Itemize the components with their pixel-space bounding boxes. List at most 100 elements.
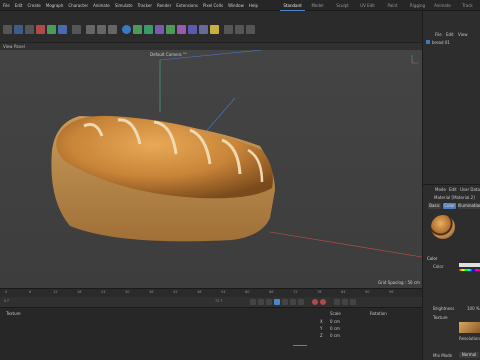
- snap-icon[interactable]: [224, 25, 233, 34]
- keyframe-scale-icon[interactable]: [342, 299, 348, 305]
- tab-standard[interactable]: Standard: [280, 0, 305, 11]
- viewport-menu-panel[interactable]: Panel: [14, 44, 25, 49]
- bread-model[interactable]: [51, 115, 276, 242]
- autokey-icon[interactable]: [320, 299, 326, 305]
- menu-create[interactable]: Create: [27, 3, 40, 8]
- z-axis-lock-icon[interactable]: [58, 25, 67, 34]
- tab-basic[interactable]: Basic: [428, 203, 441, 209]
- camera-label: Default Camera °°: [150, 52, 187, 57]
- grid-icon[interactable]: [246, 25, 255, 34]
- next-frame-icon[interactable]: [282, 299, 288, 305]
- menu-window[interactable]: Window: [228, 3, 244, 8]
- material-name: Material [Material.2]: [434, 195, 475, 200]
- undo-icon[interactable]: [3, 25, 12, 34]
- coord-y-value[interactable]: 0 cm: [330, 326, 340, 331]
- timeline-tick: 36: [149, 290, 154, 294]
- workplane-icon[interactable]: [235, 25, 244, 34]
- menu-bar: File Edit Create Mograph Character Anima…: [0, 0, 480, 11]
- timeline-tick: 72: [293, 290, 298, 294]
- 3d-viewport[interactable]: Default Camera °° Grid Spacing : 50 cm: [0, 50, 422, 288]
- timeline-tick: 0: [5, 290, 8, 294]
- attribute-manager: Mode Edit User Data Material [Material.2…: [422, 184, 480, 360]
- menu-file[interactable]: File: [3, 3, 10, 8]
- menu-edit[interactable]: Edit: [15, 3, 23, 8]
- coord-label-x: X: [320, 319, 323, 324]
- tab-track[interactable]: Track: [455, 0, 480, 11]
- object-menu-file[interactable]: File: [435, 32, 442, 37]
- tab-rigging[interactable]: Rigging: [405, 0, 430, 11]
- object-menu-edit[interactable]: Edit: [446, 32, 454, 37]
- move-tool-icon[interactable]: [14, 25, 23, 34]
- grid-spacing-label: Grid Spacing : 50 cm: [378, 280, 420, 285]
- menu-mograph[interactable]: Mograph: [46, 3, 64, 8]
- menu-simulate[interactable]: Simulate: [115, 3, 133, 8]
- bottom-tab-texture[interactable]: Texture: [6, 311, 21, 316]
- timeline-tick: 90: [365, 290, 370, 294]
- timeline-tick: 18: [77, 290, 82, 294]
- mix-mode-select[interactable]: Normal: [459, 352, 479, 358]
- keyframe-rotation-icon[interactable]: [350, 299, 356, 305]
- current-frame[interactable]: 0 F: [4, 299, 9, 303]
- render-view-icon[interactable]: [86, 25, 95, 34]
- prev-key-icon[interactable]: [258, 299, 264, 305]
- next-key-icon[interactable]: [290, 299, 296, 305]
- bend-deformer-icon[interactable]: [166, 25, 175, 34]
- menu-help[interactable]: Help: [249, 3, 258, 8]
- brightness-value[interactable]: 100 %: [467, 306, 480, 311]
- coord-label-y: Y: [320, 326, 323, 331]
- play-icon[interactable]: [274, 299, 280, 305]
- tab-paint[interactable]: Paint: [380, 0, 405, 11]
- field-icon[interactable]: [177, 25, 186, 34]
- go-to-end-icon[interactable]: [298, 299, 304, 305]
- spline-pen-icon[interactable]: [133, 25, 142, 34]
- viewport-menu-view[interactable]: View: [3, 44, 13, 49]
- subdivision-surface-icon[interactable]: [144, 25, 153, 34]
- render-picture-viewer-icon[interactable]: [97, 25, 106, 34]
- tab-sculpt[interactable]: Sculpt: [330, 0, 355, 11]
- camera-icon[interactable]: [199, 25, 208, 34]
- cube-icon[interactable]: [122, 25, 131, 34]
- render-settings-icon[interactable]: [108, 25, 117, 34]
- attr-menu-user-data[interactable]: User Data: [460, 187, 480, 192]
- color-section-title: Color: [427, 256, 438, 261]
- object-manager: File Edit View bread 01: [422, 11, 480, 184]
- rotation-header: Rotation: [370, 311, 387, 316]
- record-icon[interactable]: [312, 299, 318, 305]
- prev-frame-icon[interactable]: [266, 299, 272, 305]
- scroll-indicator[interactable]: [293, 345, 307, 346]
- scale-tool-icon[interactable]: [25, 25, 34, 34]
- menu-character[interactable]: Character: [68, 3, 88, 8]
- tab-animate[interactable]: Animate: [430, 0, 455, 11]
- tab-uv-edit[interactable]: UV Edit: [355, 0, 380, 11]
- x-axis-lock-icon[interactable]: [36, 25, 45, 34]
- polygon-object-icon: [426, 40, 430, 44]
- attr-menu-edit[interactable]: Edit: [449, 187, 457, 192]
- array-icon[interactable]: [155, 25, 164, 34]
- coord-z-value[interactable]: 0 cm: [330, 333, 340, 338]
- object-menu-view[interactable]: View: [458, 32, 468, 37]
- timeline-tick: 42: [173, 290, 178, 294]
- coord-x-value[interactable]: 0 cm: [330, 319, 340, 324]
- keyframe-position-icon[interactable]: [334, 299, 340, 305]
- color-swatch[interactable]: [459, 263, 480, 267]
- end-frame[interactable]: 72 F: [215, 299, 223, 303]
- texture-thumbnail[interactable]: [459, 322, 480, 333]
- menu-tracker[interactable]: Tracker: [138, 3, 152, 8]
- object-item-bread[interactable]: bread 01: [432, 40, 450, 45]
- menu-pixel-cells[interactable]: Pixel Cells: [203, 3, 223, 8]
- floor-icon[interactable]: [188, 25, 197, 34]
- y-axis-lock-icon[interactable]: [47, 25, 56, 34]
- attr-menu-mode[interactable]: Mode: [435, 187, 446, 192]
- hue-slider[interactable]: [459, 269, 480, 271]
- coordinate-system-icon[interactable]: [72, 25, 81, 34]
- timeline-ruler[interactable]: 0 6 12 18 24 30 36 42 48 54 60 66 72 78 …: [0, 288, 422, 297]
- tab-model[interactable]: Model: [305, 0, 330, 11]
- light-icon[interactable]: [210, 25, 219, 34]
- menu-render[interactable]: Render: [157, 3, 171, 8]
- go-to-start-icon[interactable]: [250, 299, 256, 305]
- menu-animate[interactable]: Animate: [93, 3, 110, 8]
- tab-illumination[interactable]: Illumination: [458, 203, 480, 209]
- menu-extensions[interactable]: Extensions: [176, 3, 198, 8]
- timeline-tick: 96: [389, 290, 394, 294]
- tab-color[interactable]: Color: [443, 203, 456, 209]
